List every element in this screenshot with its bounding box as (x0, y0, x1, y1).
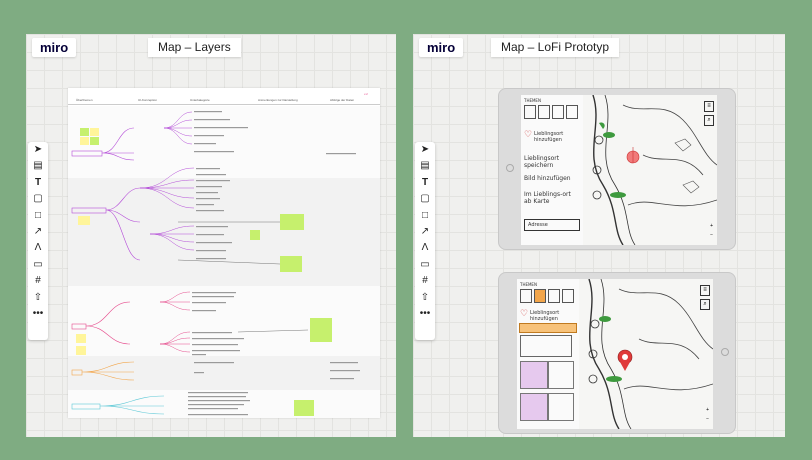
layers-icon[interactable]: ≡ (704, 101, 714, 112)
theme-icon[interactable] (524, 105, 536, 119)
comment-icon[interactable]: ▭ (28, 257, 48, 273)
save-favourite-label: Lieblingsort speichern (524, 155, 560, 169)
sticky-note[interactable] (90, 128, 99, 136)
sticky-note[interactable] (310, 318, 332, 342)
frame-icon[interactable]: ▤ (415, 158, 435, 174)
theme-icon[interactable] (552, 105, 564, 119)
tablet-prototype-top[interactable]: THEMEN ♡ Lieblingsort hinzufügen Lieblin… (498, 88, 736, 250)
image-placeholder (520, 393, 548, 421)
right-toolbar: ➤ ▤ T ▢ □ ↗ Λ ▭ # ⇧ ••• (415, 142, 435, 340)
pen-icon[interactable]: Λ (28, 240, 48, 256)
grid-icon[interactable]: # (415, 273, 435, 289)
left-board-screenshot: miro Map – Layers ➤ ▤ T ▢ □ ↗ Λ ▭ # ⇧ ••… (26, 34, 396, 437)
sticky-note[interactable] (78, 216, 90, 225)
sticky-note-icon[interactable]: ▢ (28, 191, 48, 207)
tablet-screen: THEMEN ♡ Lieblingsort hinzufügen Lieblin… (521, 95, 717, 245)
side-menu: THEMEN ♡ Lieblingsort hinzufügen Lieblin… (521, 95, 584, 245)
cursor-icon[interactable]: ➤ (28, 142, 48, 158)
add-favourite-label[interactable]: Lieblingsort hinzufügen (534, 131, 580, 143)
sticky-note[interactable] (280, 256, 302, 272)
arrow-icon[interactable]: ↗ (415, 224, 435, 240)
address-label: Adresse (528, 222, 548, 228)
add-image-label[interactable]: Bild hinzufügen (524, 175, 580, 182)
layers-icon[interactable]: ≡ (700, 285, 710, 296)
image-placeholder (548, 361, 574, 389)
theme-icon[interactable] (520, 289, 532, 303)
shape-icon[interactable]: □ (415, 208, 435, 224)
cursor-icon[interactable]: ➤ (415, 142, 435, 158)
text-icon[interactable]: T (415, 175, 435, 191)
more-icon[interactable]: ••• (28, 306, 48, 322)
zoom-out-icon[interactable]: − (706, 416, 709, 422)
heart-icon[interactable]: ♡ (524, 130, 532, 140)
sketch-map[interactable]: ≡ ⌕ + − (583, 95, 717, 245)
sticky-note[interactable] (294, 400, 314, 416)
pen-icon[interactable]: Λ (415, 240, 435, 256)
map-drawing (588, 279, 713, 429)
sticky-note[interactable] (76, 346, 86, 355)
home-button-icon (506, 164, 514, 172)
upload-icon[interactable]: ⇧ (415, 290, 435, 306)
themen-label: THEMEN (520, 282, 537, 287)
zoom-in-icon[interactable]: + (710, 223, 713, 229)
address-field[interactable]: Adresse (524, 219, 580, 231)
zoom-in-icon[interactable]: + (706, 407, 709, 413)
grid-icon[interactable]: # (28, 273, 48, 289)
upload-icon[interactable]: ⇧ (28, 290, 48, 306)
tablet-screen: THEMEN ♡ Lieblingsort hinzufügen ≡ ⌕ + − (517, 279, 713, 429)
theme-icons (520, 289, 574, 303)
sticky-note[interactable] (90, 137, 99, 145)
sticky-note[interactable] (76, 334, 86, 343)
frame-icon[interactable]: ▤ (28, 158, 48, 174)
theme-icon[interactable] (566, 105, 578, 119)
image-placeholder (520, 361, 548, 389)
theme-icon[interactable] (548, 289, 560, 303)
image-placeholder (548, 393, 574, 421)
themen-label: THEMEN (524, 98, 541, 103)
side-menu: THEMEN ♡ Lieblingsort hinzufügen (517, 279, 580, 429)
shape-icon[interactable]: □ (28, 208, 48, 224)
content-card[interactable] (520, 335, 572, 357)
zoom-out-icon[interactable]: − (710, 232, 713, 238)
board-title[interactable]: Map – LoFi Prototyp (491, 38, 620, 57)
selected-list-item[interactable] (519, 323, 577, 333)
heart-icon[interactable]: ♡ (520, 309, 528, 319)
board-title[interactable]: Map – Layers (148, 38, 241, 57)
text-icon[interactable]: T (28, 175, 48, 191)
sticky-note[interactable] (280, 214, 304, 230)
search-icon[interactable]: ⌕ (700, 299, 710, 310)
add-favourite-label[interactable]: Lieblingsort hinzufügen (530, 310, 576, 322)
miro-logo[interactable]: miro (32, 38, 77, 57)
sketch-map[interactable]: ≡ ⌕ + − (579, 279, 713, 429)
theme-icon-active[interactable] (534, 289, 546, 303)
comment-icon[interactable]: ▭ (415, 257, 435, 273)
sticky-note[interactable] (80, 128, 89, 136)
mindmap-branches (71, 111, 360, 416)
right-board-screenshot: miro Map – LoFi Prototyp ➤ ▤ T ▢ □ ↗ Λ ▭… (413, 34, 785, 437)
home-button-icon (721, 348, 729, 356)
tablet-prototype-bottom[interactable]: THEMEN ♡ Lieblingsort hinzufügen ≡ ⌕ + − (498, 272, 736, 434)
sticky-note[interactable] (80, 137, 89, 145)
search-icon[interactable]: ⌕ (704, 115, 714, 126)
more-icon[interactable]: ••• (415, 306, 435, 322)
place-on-map-label: Im Lieblings-ort ab Karte (524, 191, 571, 205)
theme-icons (524, 105, 578, 119)
left-toolbar: ➤ ▤ T ▢ □ ↗ Λ ▭ # ⇧ ••• (28, 142, 48, 340)
layers-mindmap-board[interactable]: Überthemen UI-Konzeption Unterkategorie … (68, 88, 380, 418)
miro-logo[interactable]: miro (419, 38, 464, 57)
sticky-note-icon[interactable]: ▢ (415, 191, 435, 207)
arrow-icon[interactable]: ↗ (28, 224, 48, 240)
theme-icon[interactable] (538, 105, 550, 119)
sticky-note[interactable] (250, 230, 260, 240)
theme-icon[interactable] (562, 289, 574, 303)
map-drawing (592, 95, 717, 245)
